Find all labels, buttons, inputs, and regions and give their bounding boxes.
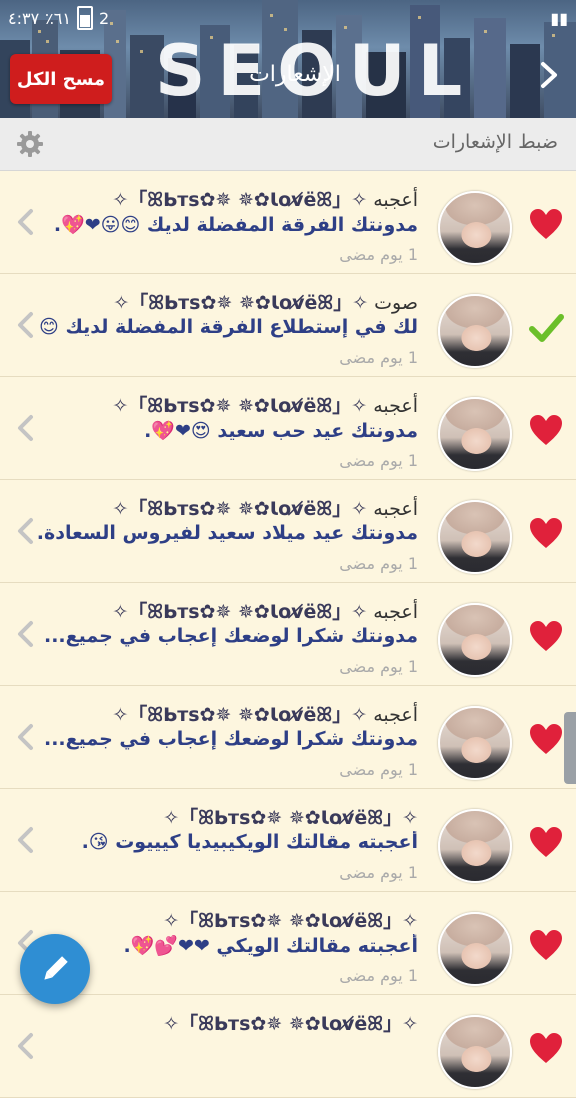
notification-row[interactable]: أعجبه ✧「ꕤᖯᴛꜱ✿✵ ✵✿Ꙇoᴠ̸ëꕤ」✧ مدونتك عيد حب س…	[0, 377, 576, 480]
chevron-left-icon[interactable]	[14, 722, 38, 752]
username[interactable]: ✧「ꕤᖯᴛꜱ✿✵ ✵✿Ꙇoᴠ̸ëꕤ」✧	[112, 704, 367, 726]
username[interactable]: ✧「ꕤᖯᴛꜱ✿✵ ✵✿Ꙇoᴠ̸ëꕤ」✧	[163, 910, 418, 932]
notification-message: أعجبته مقالتك الويكي ❤❤💕💖.	[123, 935, 418, 957]
action-text: أعجبه	[373, 189, 418, 211]
notification-message: لك في إستطلاع الفرقة المفضلة لديك 😊...	[38, 316, 418, 338]
notification-header: ✧「ꕤᖯᴛꜱ✿✵ ✵✿Ꙇoᴠ̸ëꕤ」✧	[38, 803, 418, 833]
signal-strength: 2	[98, 8, 110, 28]
heart-icon	[528, 413, 564, 449]
gear-icon[interactable]	[16, 130, 44, 158]
username[interactable]: ✧「ꕤᖯᴛꜱ✿✵ ✵✿Ꙇoᴠ̸ëꕤ」✧	[112, 498, 367, 520]
pencil-icon	[44, 956, 68, 980]
chevron-left-icon[interactable]	[14, 1031, 38, 1061]
avatar[interactable]	[438, 294, 512, 368]
username[interactable]: ✧「ꕤᖯᴛꜱ✿✵ ✵✿Ꙇoᴠ̸ëꕤ」✧	[112, 189, 367, 211]
avatar[interactable]	[438, 397, 512, 471]
timestamp: 1 يوم مضى	[339, 760, 418, 779]
timestamp: 1 يوم مضى	[339, 348, 418, 367]
notification-settings-bar[interactable]: ضبط الإشعارات	[0, 118, 576, 171]
notification-header: أعجبه ✧「ꕤᖯᴛꜱ✿✵ ✵✿Ꙇoᴠ̸ëꕤ」✧	[38, 391, 418, 421]
side-drawer-handle[interactable]	[564, 712, 576, 784]
heart-icon	[528, 516, 564, 552]
action-text: أعجبه	[373, 498, 418, 520]
notification-header: أعجبه ✧「ꕤᖯᴛꜱ✿✵ ✵✿Ꙇoᴠ̸ëꕤ」✧	[38, 597, 418, 627]
action-text: أعجبه	[373, 395, 418, 417]
heart-icon	[528, 722, 564, 758]
chevron-left-icon[interactable]	[14, 310, 38, 340]
notification-message: مدونتك الفرقة المفضلة لديك 😊😛❤💖.	[53, 214, 418, 236]
compose-button[interactable]	[20, 934, 90, 1004]
battery-icon	[76, 6, 93, 30]
heart-icon	[528, 207, 564, 243]
avatar[interactable]	[438, 191, 512, 265]
notification-message: مدونتك عيد حب سعيد 😍❤💖.	[144, 420, 418, 442]
notification-row[interactable]: أعجبه ✧「ꕤᖯᴛꜱ✿✵ ✵✿Ꙇoᴠ̸ëꕤ」✧ مدونتك الفرقة ا…	[0, 171, 576, 274]
action-text: أعجبه	[373, 704, 418, 726]
notification-message: مدونتك شكرا لوضعك إعجاب في جميع...	[44, 625, 418, 647]
avatar[interactable]	[438, 809, 512, 883]
timestamp: 1 يوم مضى	[339, 245, 418, 264]
checkmark-icon	[528, 310, 564, 346]
action-text: أعجبه	[373, 601, 418, 623]
page-title: الإشعارات	[249, 62, 341, 87]
status-bar: ٤:٣٧ ٪٦١ 2 ▮▮	[8, 6, 568, 30]
notification-message: أعجبته مقالتك الويكيبيديا كيييوت 😘.	[81, 831, 418, 853]
notification-row[interactable]: أعجبه ✧「ꕤᖯᴛꜱ✿✵ ✵✿Ꙇoᴠ̸ëꕤ」✧ مدونتك شكرا لوض…	[0, 686, 576, 789]
avatar[interactable]	[438, 1015, 512, 1089]
notification-row[interactable]: ✧「ꕤᖯᴛꜱ✿✵ ✵✿Ꙇoᴠ̸ëꕤ」✧ أعجبته مقالتك الويكيب…	[0, 789, 576, 892]
chevron-left-icon[interactable]	[14, 207, 38, 237]
username[interactable]: ✧「ꕤᖯᴛꜱ✿✵ ✵✿Ꙇoᴠ̸ëꕤ」✧	[163, 1013, 418, 1035]
timestamp: 1 يوم مضى	[339, 554, 418, 573]
timestamp: 1 يوم مضى	[339, 966, 418, 985]
avatar[interactable]	[438, 603, 512, 677]
username[interactable]: ✧「ꕤᖯᴛꜱ✿✵ ✵✿Ꙇoᴠ̸ëꕤ」✧	[113, 292, 368, 314]
notification-row[interactable]: ✧「ꕤᖯᴛꜱ✿✵ ✵✿Ꙇoᴠ̸ëꕤ」✧	[0, 995, 576, 1098]
settings-label: ضبط الإشعارات	[432, 131, 558, 153]
notification-row[interactable]: أعجبه ✧「ꕤᖯᴛꜱ✿✵ ✵✿Ꙇoᴠ̸ëꕤ」✧ مدونتك شكرا لوض…	[0, 583, 576, 686]
notification-message	[38, 1037, 418, 1067]
notification-message: مدونتك عيد ميلاد سعيد لفيروس السعادة...	[38, 522, 418, 544]
clear-all-button[interactable]: مسح الكل	[10, 54, 112, 104]
heart-icon	[528, 928, 564, 964]
chevron-left-icon[interactable]	[14, 825, 38, 855]
notification-row[interactable]: صوت ✧「ꕤᖯᴛꜱ✿✵ ✵✿Ꙇoᴠ̸ëꕤ」✧ لك في إستطلاع الف…	[0, 274, 576, 377]
heart-icon	[528, 619, 564, 655]
notification-header: أعجبه ✧「ꕤᖯᴛꜱ✿✵ ✵✿Ꙇoᴠ̸ëꕤ」✧	[38, 185, 418, 215]
back-arrow-icon[interactable]	[534, 60, 564, 96]
notification-row[interactable]: أعجبه ✧「ꕤᖯᴛꜱ✿✵ ✵✿Ꙇoᴠ̸ëꕤ」✧ مدونتك عيد ميلا…	[0, 480, 576, 583]
timestamp: 1 يوم مضى	[339, 657, 418, 676]
battery-percent: ٪٦١	[45, 8, 71, 28]
username[interactable]: ✧「ꕤᖯᴛꜱ✿✵ ✵✿Ꙇoᴠ̸ëꕤ」✧	[112, 601, 367, 623]
timestamp: 1 يوم مضى	[339, 451, 418, 470]
timestamp: 1 يوم مضى	[339, 863, 418, 882]
notification-header: أعجبه ✧「ꕤᖯᴛꜱ✿✵ ✵✿Ꙇoᴠ̸ëꕤ」✧	[38, 700, 418, 730]
chevron-left-icon[interactable]	[14, 619, 38, 649]
notification-header: أعجبه ✧「ꕤᖯᴛꜱ✿✵ ✵✿Ꙇoᴠ̸ëꕤ」✧	[38, 494, 418, 524]
signal-icon: ▮▮	[550, 8, 568, 28]
username[interactable]: ✧「ꕤᖯᴛꜱ✿✵ ✵✿Ꙇoᴠ̸ëꕤ」✧	[112, 395, 367, 417]
avatar[interactable]	[438, 706, 512, 780]
avatar[interactable]	[438, 912, 512, 986]
avatar[interactable]	[438, 500, 512, 574]
header-banner: ٤:٣٧ ٪٦١ 2 ▮▮ SEOUL مسح الكل الإشعارات	[0, 0, 576, 118]
notification-header: صوت ✧「ꕤᖯᴛꜱ✿✵ ✵✿Ꙇoᴠ̸ëꕤ」✧	[38, 288, 418, 318]
notification-header: ✧「ꕤᖯᴛꜱ✿✵ ✵✿Ꙇoᴠ̸ëꕤ」✧	[38, 906, 418, 936]
action-text: صوت	[374, 292, 418, 314]
heart-icon	[528, 825, 564, 861]
clock: ٤:٣٧	[8, 8, 40, 28]
heart-icon	[528, 1031, 564, 1067]
chevron-left-icon[interactable]	[14, 413, 38, 443]
notification-message: مدونتك شكرا لوضعك إعجاب في جميع...	[44, 728, 418, 750]
chevron-left-icon[interactable]	[14, 516, 38, 546]
notification-header: ✧「ꕤᖯᴛꜱ✿✵ ✵✿Ꙇoᴠ̸ëꕤ」✧	[38, 1009, 418, 1039]
username[interactable]: ✧「ꕤᖯᴛꜱ✿✵ ✵✿Ꙇoᴠ̸ëꕤ」✧	[163, 807, 418, 829]
